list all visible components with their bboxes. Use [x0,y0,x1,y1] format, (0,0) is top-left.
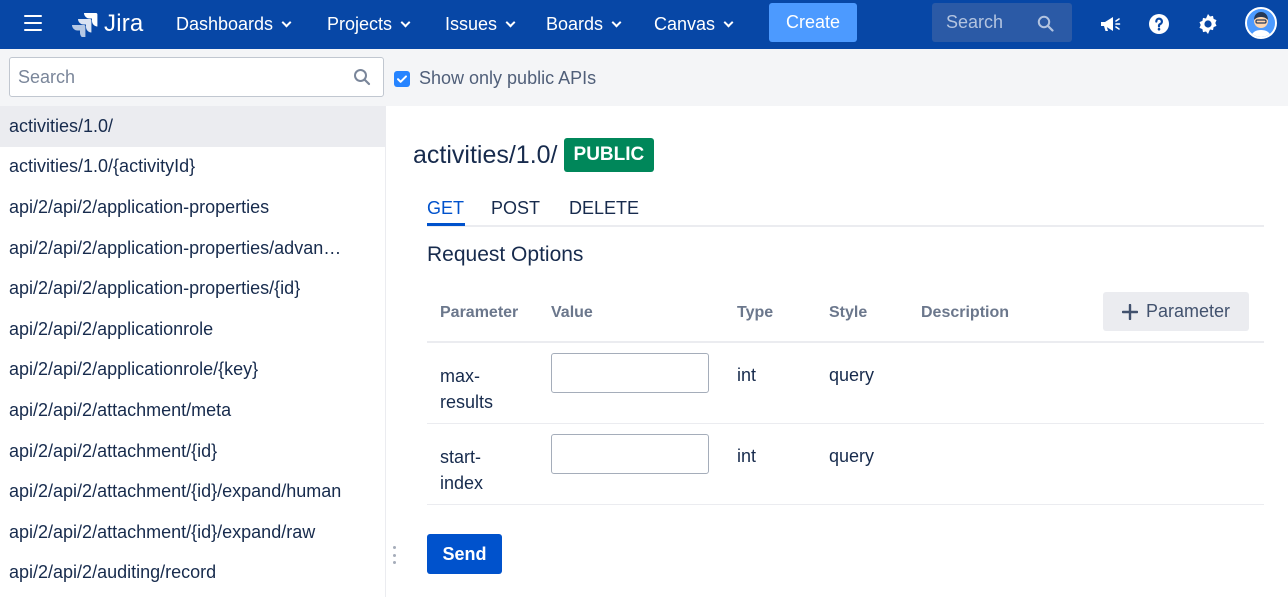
nav-label: Issues [445,14,498,34]
search-icon [354,69,371,86]
table-row: max-results int query [427,343,1264,424]
nav-dashboards[interactable]: Dashboards [176,0,292,49]
tab-get[interactable]: GET [427,198,464,219]
nav-boards[interactable]: Boards [546,0,622,49]
list-item[interactable]: api/2/api/2/attachment/{id} [0,431,385,472]
chevron-down-icon [611,17,622,28]
parameter-name: start-index [440,447,484,493]
search-placeholder: Search [946,12,1004,32]
list-item[interactable]: api/2/api/2/applicationrole [0,309,385,350]
list-item[interactable]: activities/1.0/ [0,106,385,147]
column-header: Description [921,304,1010,321]
tab-delete[interactable]: DELETE [569,198,639,219]
api-browser-toolbar: Search Show only public APIs [0,49,1288,106]
parameter-type: int [737,446,757,466]
list-item[interactable]: api/2/api/2/auditing/record [0,553,385,594]
api-path: activities/1.0/ [413,140,558,169]
list-item[interactable]: api/2/api/2/attachment/{id}/expand/human [0,471,385,512]
help-icon[interactable] [1147,12,1171,36]
nav-label: Projects [327,14,393,34]
list-item[interactable]: api/2/api/2/application-properties/advan… [0,228,385,269]
active-tab-indicator [427,223,465,226]
search-placeholder: Search [18,66,76,87]
resize-handle[interactable] [393,546,397,564]
plus-icon [1121,303,1138,320]
api-resource-list: activities/1.0/ activities/1.0/{activity… [0,106,386,597]
parameter-name: max-results [440,366,494,412]
public-api-filter[interactable]: Show only public APIs [394,68,596,89]
parameter-value-input[interactable] [551,434,709,474]
tab-post[interactable]: POST [491,198,540,219]
parameter-value-input[interactable] [551,353,709,393]
menu-icon[interactable] [24,15,42,31]
list-item[interactable]: api/2/api/2/attachment/meta [0,390,385,431]
create-button[interactable]: Create [769,3,857,42]
nav-label: Boards [546,14,604,34]
list-item[interactable]: activities/1.0/{activityId} [0,147,385,188]
add-parameter-button[interactable]: Parameter [1103,292,1249,331]
search-icon [1037,15,1054,32]
column-header: Value [551,304,593,321]
jira-logo-icon [72,13,98,37]
user-avatar-icon [1247,9,1275,37]
nav-label: Dashboards [176,14,274,34]
chevron-down-icon [281,17,292,28]
megaphone-icon[interactable] [1098,12,1122,36]
method-tabs: GET POST DELETE [427,190,1264,227]
jira-logo[interactable]: Jira [72,10,143,38]
parameter-style: query [829,446,875,466]
section-title: Request Options [427,243,584,266]
parameter-type: int [737,365,757,385]
column-header: Type [737,304,774,321]
list-item[interactable]: api/2/api/2/applicationrole/{key} [0,350,385,391]
table-row: start-index int query [427,424,1264,505]
nav-canvas[interactable]: Canvas [654,0,734,49]
table-header: Parameter Value Type Style Description P… [427,285,1264,343]
parameter-style: query [829,365,875,385]
global-search-input[interactable]: Search [932,3,1072,42]
nav-issues[interactable]: Issues [445,0,516,49]
checkbox-checked[interactable] [394,70,410,87]
button-label: Parameter [1145,301,1231,321]
chevron-down-icon [505,17,516,28]
settings-icon[interactable] [1196,12,1220,36]
chevron-down-icon [723,17,734,28]
app-name: Jira [104,10,144,37]
checkmark-icon [397,74,407,83]
send-button[interactable]: Send [427,534,502,574]
status-badge: PUBLIC [563,138,655,172]
list-item[interactable]: api/2/api/2/application-properties/{id} [0,268,385,309]
chevron-down-icon [400,17,411,28]
checkbox-label: Show only public APIs [419,68,597,88]
nav-projects[interactable]: Projects [327,0,411,49]
api-search-input[interactable]: Search [9,57,384,97]
list-item[interactable]: api/2/api/2/application-properties [0,187,385,228]
column-header: Style [829,304,868,321]
list-item[interactable]: api/2/api/2/attachment/{id}/expand/raw [0,512,385,553]
avatar[interactable] [1245,7,1277,39]
top-navigation-bar: Jira Dashboards Projects Issues Boards C… [0,0,1288,49]
column-header: Parameter [440,304,519,321]
nav-label: Canvas [654,14,716,34]
api-title: activities/1.0/ PUBLIC [413,138,655,172]
